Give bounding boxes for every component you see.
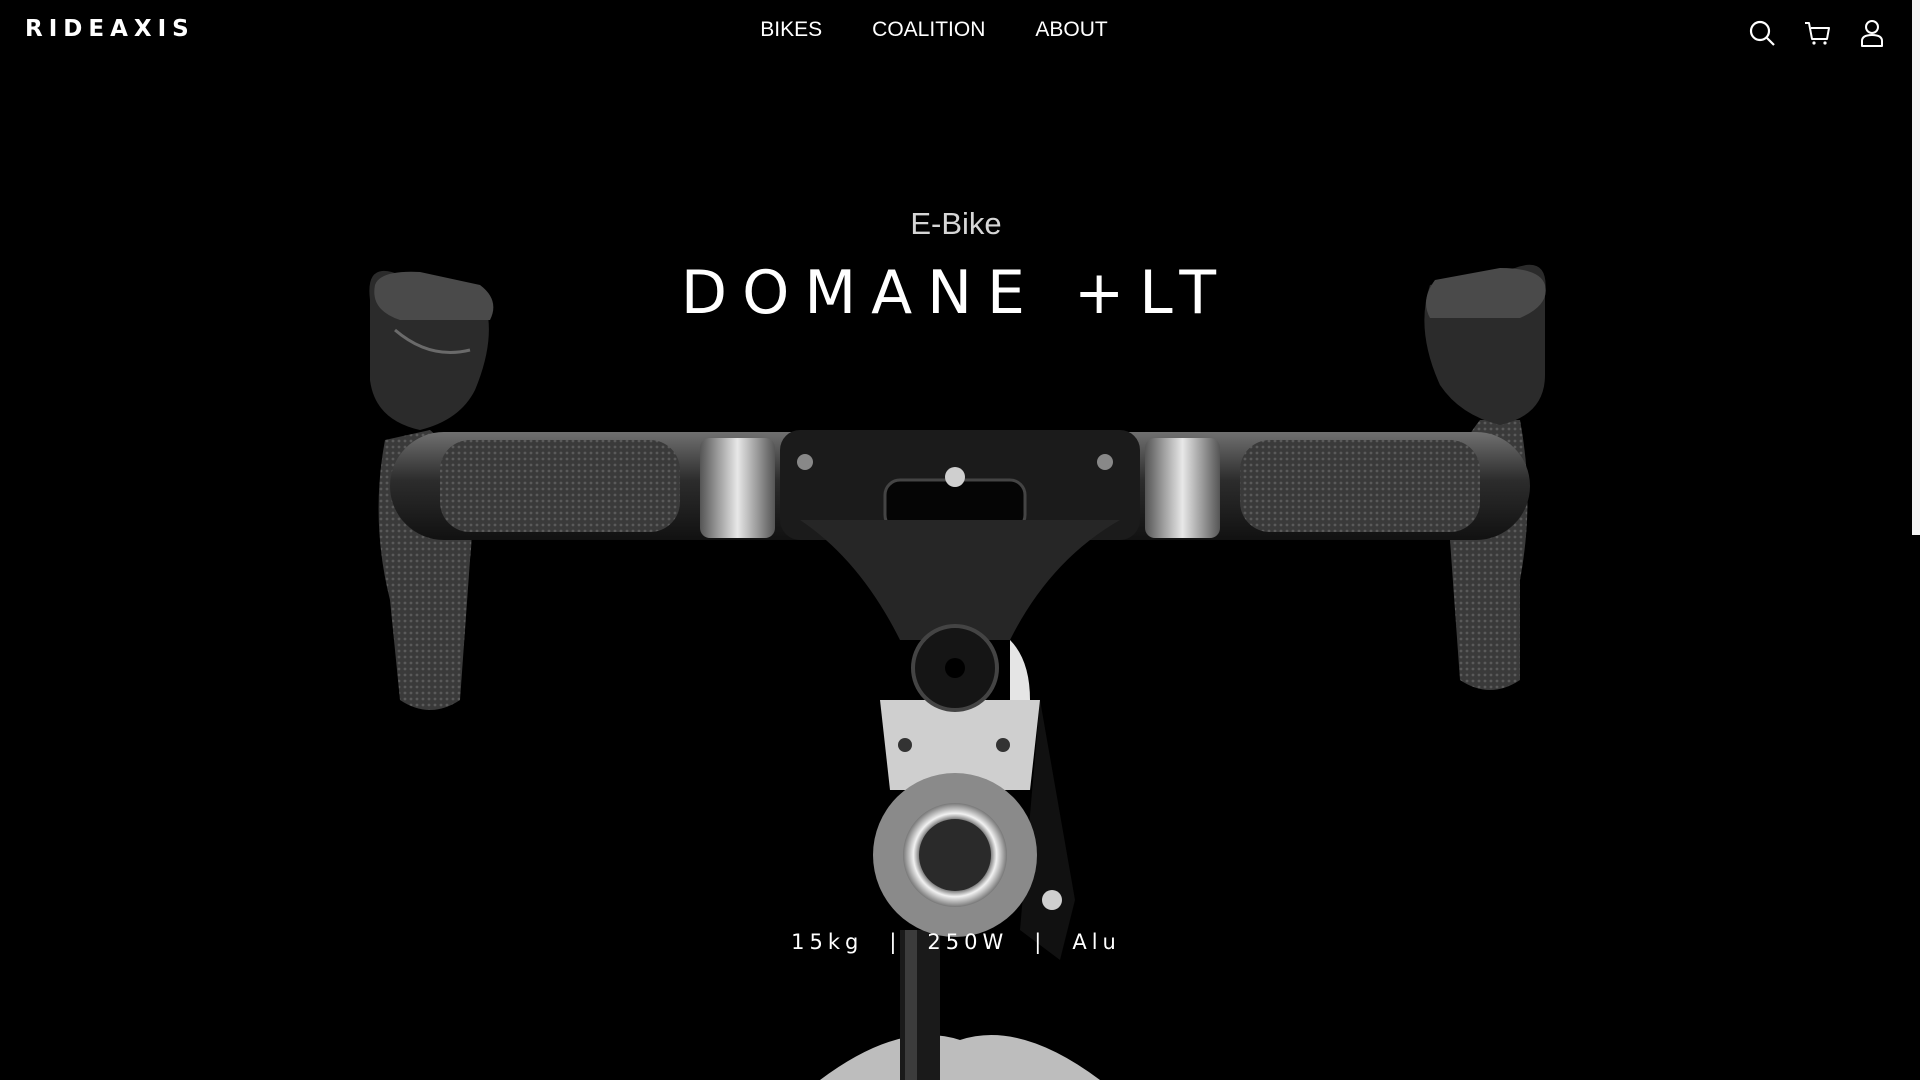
hero-subtitle: E-Bike [910,206,1002,241]
scrollbar-thumb[interactable] [1912,0,1920,535]
search-icon[interactable] [1747,18,1777,48]
cart-icon[interactable] [1802,18,1832,48]
spec-separator: | [1034,930,1047,954]
spec-power: 250W [927,930,1009,954]
spec-weight: 15kg [791,930,864,954]
spec-separator: | [889,930,902,954]
user-icon[interactable] [1857,18,1887,48]
hero-specs: 15kg | 250W | Alu [0,930,1912,954]
bike-handlebar-illustration [369,264,1546,1080]
site-header: RIDEAXIS BIKES COALITION ABOUT [0,0,1920,64]
hero-title: DOMANE +LT [680,258,1232,328]
header-icons [0,18,1920,48]
hero-image [0,0,1912,1080]
spec-material: Alu [1072,930,1121,954]
